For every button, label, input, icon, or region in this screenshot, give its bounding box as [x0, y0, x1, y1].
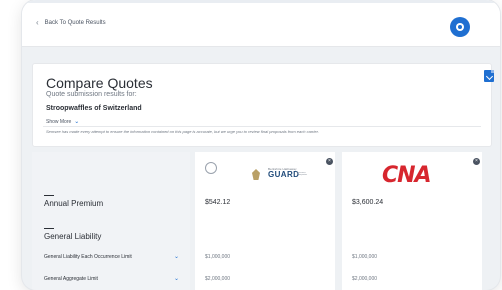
chevron-down-icon[interactable]: ⌄	[174, 275, 179, 282]
general-liability-label: General Liability	[44, 232, 102, 241]
help-icon[interactable]	[450, 17, 470, 37]
annual-premium-value: $542.12	[205, 199, 231, 206]
show-more-label: Show More	[46, 118, 72, 125]
help-icon-inner	[456, 23, 464, 31]
close-icon[interactable]: ×	[473, 158, 480, 165]
label-marker	[44, 228, 54, 229]
label-marker	[44, 195, 54, 196]
each-occurrence-limit-value: $1,000,000	[352, 254, 378, 260]
show-more-button[interactable]: Show More ⌄	[46, 118, 80, 126]
chevron-down-icon: ⌄	[74, 119, 80, 125]
chevron-down-icon[interactable]: ⌄	[174, 253, 179, 260]
back-label: Back To Quote Results	[44, 20, 106, 26]
page-title: Compare Quotes	[46, 75, 153, 91]
company-name: Stroopwaffles of Switzerland	[46, 105, 142, 112]
top-bar: ‹ Back To Quote Results	[22, 0, 500, 47]
close-icon[interactable]: ×	[326, 158, 333, 165]
annual-premium-value: $3,600.24	[352, 199, 384, 206]
card-divider	[43, 126, 481, 127]
carrier-column-guard: × Berkshire Hathaway GUARD Insurance Com…	[195, 152, 335, 290]
disclaimer-text: Semsee has made every attempt to ensure …	[46, 129, 319, 134]
app-window: ‹ Back To Quote Results Compare Quotes Q…	[22, 0, 500, 290]
top-bar-accent-line	[22, 0, 500, 3]
guard-logo: Berkshire Hathaway GUARD Insurance Compa…	[252, 167, 316, 183]
pdf-download-icon[interactable]	[484, 70, 494, 82]
compare-quotes-header-card: Compare Quotes Quote submission results …	[32, 63, 494, 147]
annual-premium-label: Annual Premium	[44, 199, 104, 208]
select-quote-radio[interactable]	[205, 162, 217, 174]
chevron-left-icon: ‹	[36, 18, 39, 27]
cna-logo: CNA	[382, 163, 432, 188]
comparison-table: Annual Premium General Liability General…	[32, 152, 490, 290]
page-subtitle: Quote submission results for:	[46, 91, 137, 98]
each-occurrence-limit-label: General Liability Each Occurrence Limit	[44, 254, 132, 260]
carrier-column-cna: × CNA $3,600.24 $1,000,000 $2,000,000	[342, 152, 482, 290]
back-to-quote-results-link[interactable]: ‹ Back To Quote Results	[36, 18, 106, 27]
row-labels-column: Annual Premium General Liability General…	[32, 152, 190, 290]
each-occurrence-limit-value: $1,000,000	[205, 254, 231, 260]
